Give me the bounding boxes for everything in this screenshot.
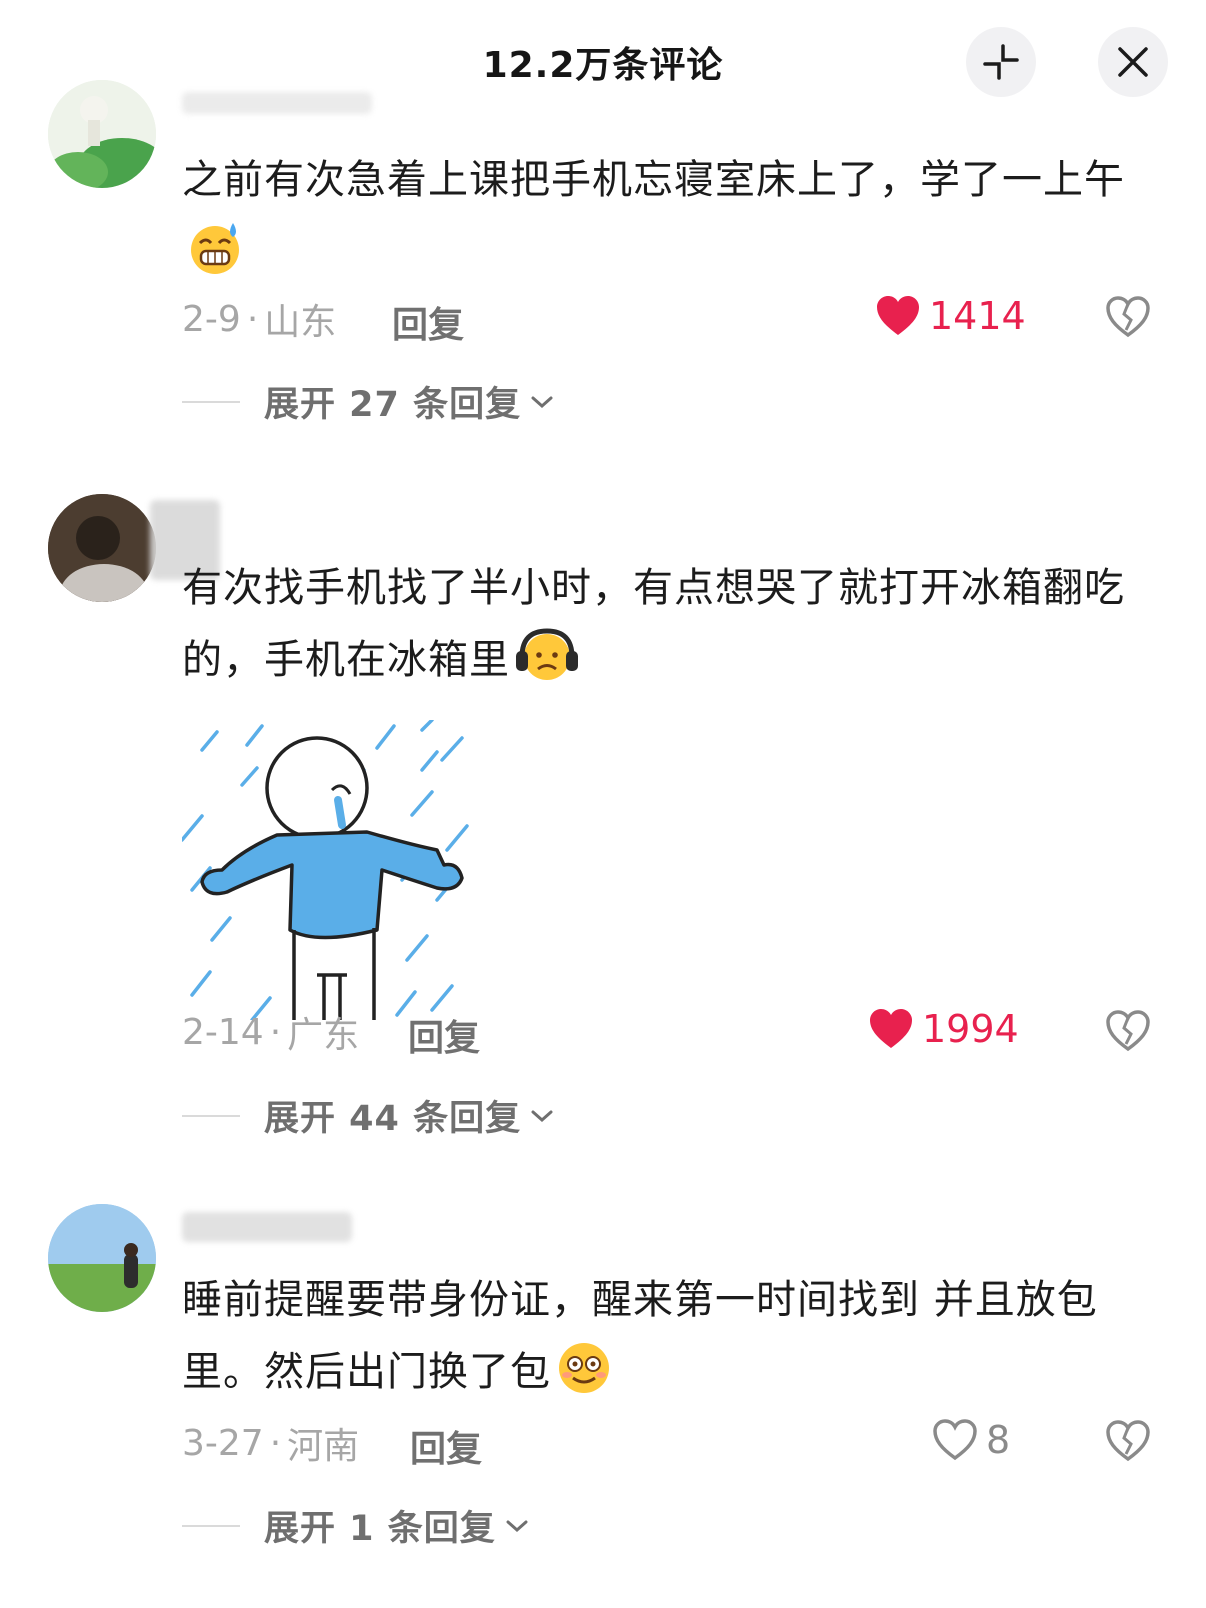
comment-text: 之前有次急着上课把手机忘寝室床上了，学了一上午 <box>182 144 1162 300</box>
chevron-down-icon <box>531 1110 553 1122</box>
avatar[interactable] <box>48 494 156 602</box>
like-button[interactable]: 1994 <box>868 1007 1019 1051</box>
comment-meta: 2-9 · 山东 <box>182 294 336 344</box>
close-icon <box>1118 47 1148 77</box>
like-count: 1414 <box>929 294 1026 338</box>
comments-header: 12.2万条评论 <box>0 0 1206 120</box>
avatar[interactable] <box>48 1204 156 1312</box>
username-redacted <box>182 1212 352 1242</box>
dislike-button[interactable] <box>1105 1420 1151 1466</box>
collapse-button[interactable] <box>966 27 1036 97</box>
like-button[interactable]: 8 <box>932 1418 1010 1462</box>
broken-heart-icon <box>1106 1420 1150 1462</box>
heart-filled-icon <box>870 1009 912 1048</box>
username-redacted <box>182 92 372 114</box>
broken-heart-icon <box>1106 296 1150 338</box>
grinning-sweat-emoji <box>186 219 244 300</box>
heart-filled-icon <box>877 296 919 335</box>
dislike-button[interactable] <box>1105 1010 1151 1056</box>
crying-in-rain-sticker[interactable] <box>180 718 482 1022</box>
comment-location: 山东 <box>264 302 337 343</box>
comment-text: 睡前提醒要带身份证，醒来第一时间找到 并且放包里。然后出门换了包 <box>182 1264 1162 1420</box>
chevron-down-icon <box>506 1520 528 1532</box>
close-button[interactable] <box>1098 27 1168 97</box>
comment-date: 2-14 <box>182 1011 264 1053</box>
heart-outline-icon <box>933 1419 977 1461</box>
dazed-smile-emoji <box>555 1339 613 1420</box>
comment-date: 3-27 <box>182 1422 264 1464</box>
avatar[interactable] <box>48 80 156 188</box>
comment-meta: 2-14 · 广东 <box>182 1007 359 1057</box>
expand-replies-button[interactable]: 展开 1 条回复 <box>182 1500 530 1551</box>
comment-date: 2-9 <box>182 298 241 340</box>
like-count: 1994 <box>922 1007 1019 1051</box>
comment-meta: 3-27 · 河南 <box>182 1418 359 1468</box>
reply-button[interactable]: 回复 <box>410 1420 482 1472</box>
expand-replies-button[interactable]: 展开 27 条回复 <box>182 376 555 427</box>
chevron-down-icon <box>531 396 553 408</box>
broken-heart-icon <box>1106 1010 1150 1052</box>
comment-location: 河南 <box>287 1426 360 1467</box>
dislike-button[interactable] <box>1105 296 1151 342</box>
reply-button[interactable]: 回复 <box>408 1009 480 1061</box>
expand-replies-button[interactable]: 展开 44 条回复 <box>182 1090 555 1141</box>
comment-location: 广东 <box>287 1015 360 1056</box>
comment-text: 有次找手机找了半小时，有点想哭了就打开冰箱翻吃的，手机在冰箱里 <box>182 552 1162 708</box>
like-count: 8 <box>986 1418 1011 1462</box>
like-button[interactable]: 1414 <box>875 294 1026 338</box>
headphones-frown-emoji <box>514 627 580 708</box>
collapse-icon <box>983 44 1019 80</box>
reply-button[interactable]: 回复 <box>392 296 464 348</box>
